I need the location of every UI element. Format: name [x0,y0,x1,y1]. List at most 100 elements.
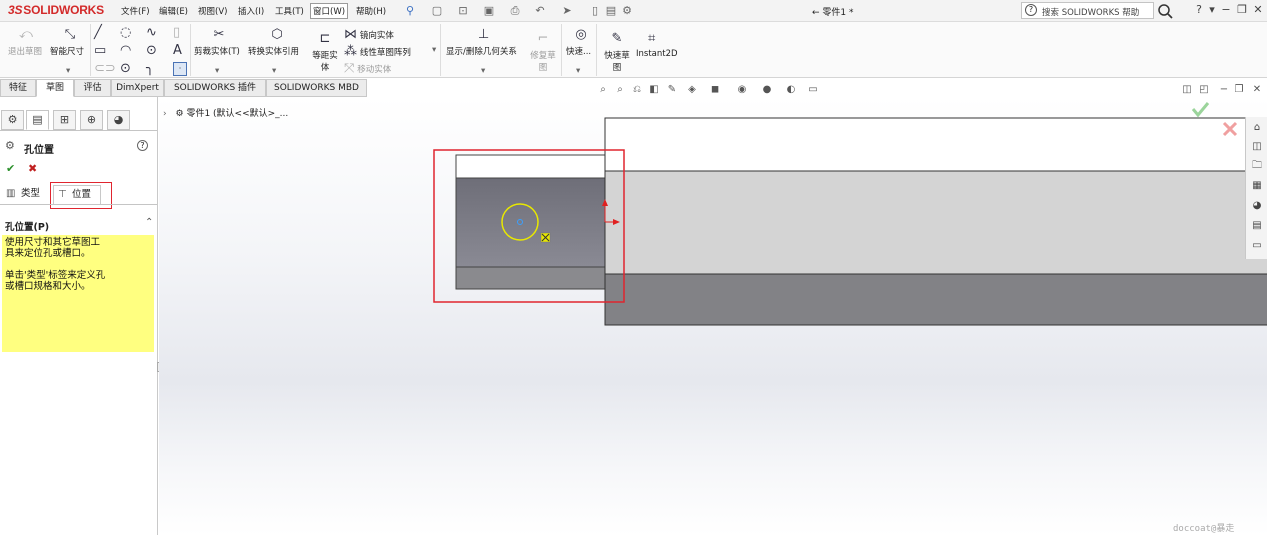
undo-icon[interactable]: ↶ [533,4,547,18]
dimxpert-manager-tab-icon[interactable]: ⊕ [80,110,103,130]
smart-dimension-dropdown-icon[interactable]: ▾ [66,66,70,76]
save-icon[interactable]: ▣ [482,4,496,18]
tab-sketch[interactable]: 草图 [36,79,74,97]
home-icon[interactable]: ⌂ [1250,121,1264,135]
trim-dropdown-icon[interactable]: ▾ [215,66,219,76]
menu-tools[interactable]: 工具(T) [275,5,304,17]
display-relations-button[interactable]: ⊥ 显示/删除几何关系 [446,28,526,58]
offset-entities-button[interactable]: ⊏ 等距实 体 [310,32,340,74]
rebuild-icon[interactable]: ▯ [588,4,602,18]
model-view[interactable] [159,97,1267,535]
viewport-link-icon[interactable]: ◰ [1197,83,1211,96]
solidworks-logo[interactable]: 3SSOLIDWORKS [8,3,104,17]
view-settings-icon[interactable]: ▭ [806,83,820,96]
instant2d-button[interactable]: ⌗ Instant2D [636,32,680,60]
edit-appearance-icon[interactable]: ● [760,83,774,96]
minimize-icon[interactable]: − [1219,3,1233,17]
graphics-area[interactable]: › ⚙ 零件1 (默认<<默认>_... doccoat@暴走 [159,97,1267,535]
sketch-text-icon[interactable]: A [173,44,182,58]
convert-entities-button[interactable]: ⬡ 转换实体引用 [248,28,306,58]
menu-edit[interactable]: 编辑(E) [159,5,188,17]
linear-pattern-button[interactable]: ⁂ 线性草图阵列 [344,45,411,59]
menu-insert[interactable]: 插入(I) [238,5,264,17]
zoom-to-fit-icon[interactable]: ⌕ [596,83,610,96]
viewport-split-icon[interactable]: ◫ [1180,83,1194,96]
arc-icon[interactable]: ◠ [120,44,131,58]
menu-window[interactable]: 窗口(W) [310,3,349,19]
file-properties-icon[interactable]: ▤ [604,4,618,18]
ellipse-icon[interactable]: ⊙ [120,62,131,76]
tab-evaluate[interactable]: 评估 [74,79,111,97]
property-manager-tab-icon[interactable]: ▤ [26,110,49,130]
fillet-icon[interactable]: ╮ [146,62,154,76]
help-icon[interactable]: ? [137,140,148,151]
line-icon[interactable]: ╱ [94,26,102,40]
tab-dimxpert[interactable]: DimXpert [111,79,164,97]
zoom-to-area-icon[interactable]: ⌕ [613,83,627,96]
forum-icon[interactable]: ▭ [1250,239,1264,253]
viewport-close-icon[interactable]: ✕ [1250,83,1264,96]
quick-snaps-button[interactable]: ◎ 快速... [566,28,596,58]
rectangle-icon[interactable]: ▭ [94,44,106,58]
help-question-icon: ? [1025,4,1037,16]
smart-dimension-button[interactable]: ⤡ 智能尺寸 [50,28,90,58]
point-icon[interactable]: · [173,62,187,76]
mirror-entities-button[interactable]: ⋈ 镜向实体 [344,28,394,42]
pin-icon[interactable]: ⚲ [403,4,417,18]
slot-icon[interactable]: ⊂⊃ [94,62,116,76]
menu-file[interactable]: 文件(F) [121,5,150,17]
select-icon[interactable]: ➤ [560,4,574,18]
tab-type[interactable]: ▥ 类型 [3,185,49,205]
viewport-minimize-icon[interactable]: − [1217,83,1231,96]
help-dropdown-icon[interactable]: ? [1192,3,1206,17]
new-document-icon[interactable]: ▢ [430,4,444,18]
message-box: 使用尺寸和其它草图工 具来定位孔或槽口。 单击'类型'标签来定义孔 或槽口规格和… [2,235,154,352]
previous-view-icon[interactable]: ⎌ [630,83,644,96]
collapse-chevron-icon[interactable]: ⌃ [145,217,153,228]
spline-icon[interactable]: ∿ [146,26,157,40]
move-entities-button[interactable]: ⤧ 移动实体 [344,62,391,76]
rapid-sketch-button[interactable]: ✎ 快速草 图 [601,32,633,74]
text-icon[interactable]: ▯ [173,26,180,40]
search-icon[interactable] [1157,3,1175,19]
ok-check-button[interactable]: ✔ [6,162,15,175]
hide-show-items-icon[interactable]: ◉ [735,83,749,96]
design-library-icon[interactable]: ◫ [1250,140,1264,154]
apply-scene-icon[interactable]: ◐ [784,83,798,96]
trim-entities-button[interactable]: ✂ 剪裁实体(T) [194,28,244,58]
menu-view[interactable]: 视图(V) [198,5,227,17]
tab-solidworks-mbd[interactable]: SOLIDWORKS MBD [266,79,367,97]
tab-features[interactable]: 特征 [0,79,36,97]
convert-dropdown-icon[interactable]: ▾ [272,66,276,76]
relations-dropdown-icon[interactable]: ▾ [481,66,485,76]
restore-icon[interactable]: ❐ [1235,3,1249,17]
cancel-x-button[interactable]: ✖ [28,162,37,175]
display-manager-tab-icon[interactable]: ◕ [107,110,130,130]
open-icon[interactable]: ⊡ [456,4,470,18]
view-orientation-icon[interactable]: ◈ [685,83,699,96]
polygon-icon[interactable]: ⊙ [146,44,157,58]
pattern-dropdown-icon[interactable]: ▾ [432,45,436,55]
quick-snaps-dropdown-icon[interactable]: ▾ [576,66,580,76]
configuration-manager-tab-icon[interactable]: ⊞ [53,110,76,130]
pin-window-icon[interactable]: ▾ [1205,3,1219,17]
section-title[interactable]: 孔位置(P) [5,219,49,233]
feature-manager-tab-icon[interactable]: ⚙ [1,110,24,130]
search-help-input[interactable]: ? 搜索 SOLIDWORKS 帮助 [1021,2,1154,19]
repair-sketch-button[interactable]: ⌐ 修复草 图 [528,32,558,74]
exit-sketch-button[interactable]: ⤺ 退出草图 [8,28,44,58]
print-icon[interactable]: ⎙ [508,4,522,18]
tab-solidworks-addins[interactable]: SOLIDWORKS 插件 [164,79,266,97]
menu-help[interactable]: 帮助(H) [356,5,386,17]
options-gear-icon[interactable]: ⚙ [620,4,634,18]
display-style-icon[interactable]: ◼ [708,83,722,96]
circle-icon[interactable]: ◌ [120,26,131,40]
custom-properties-icon[interactable]: ▤ [1250,219,1264,233]
section-view-icon[interactable]: ◧ [647,83,661,96]
file-explorer-icon[interactable]: 🗀 [1250,159,1264,173]
dynamic-annotation-icon[interactable]: ✎ [665,83,679,96]
view-palette-icon[interactable]: ▦ [1250,179,1264,193]
viewport-restore-icon[interactable]: ❐ [1232,83,1246,96]
appearances-icon[interactable]: ◕ [1250,199,1264,213]
close-icon[interactable]: ✕ [1251,3,1265,17]
